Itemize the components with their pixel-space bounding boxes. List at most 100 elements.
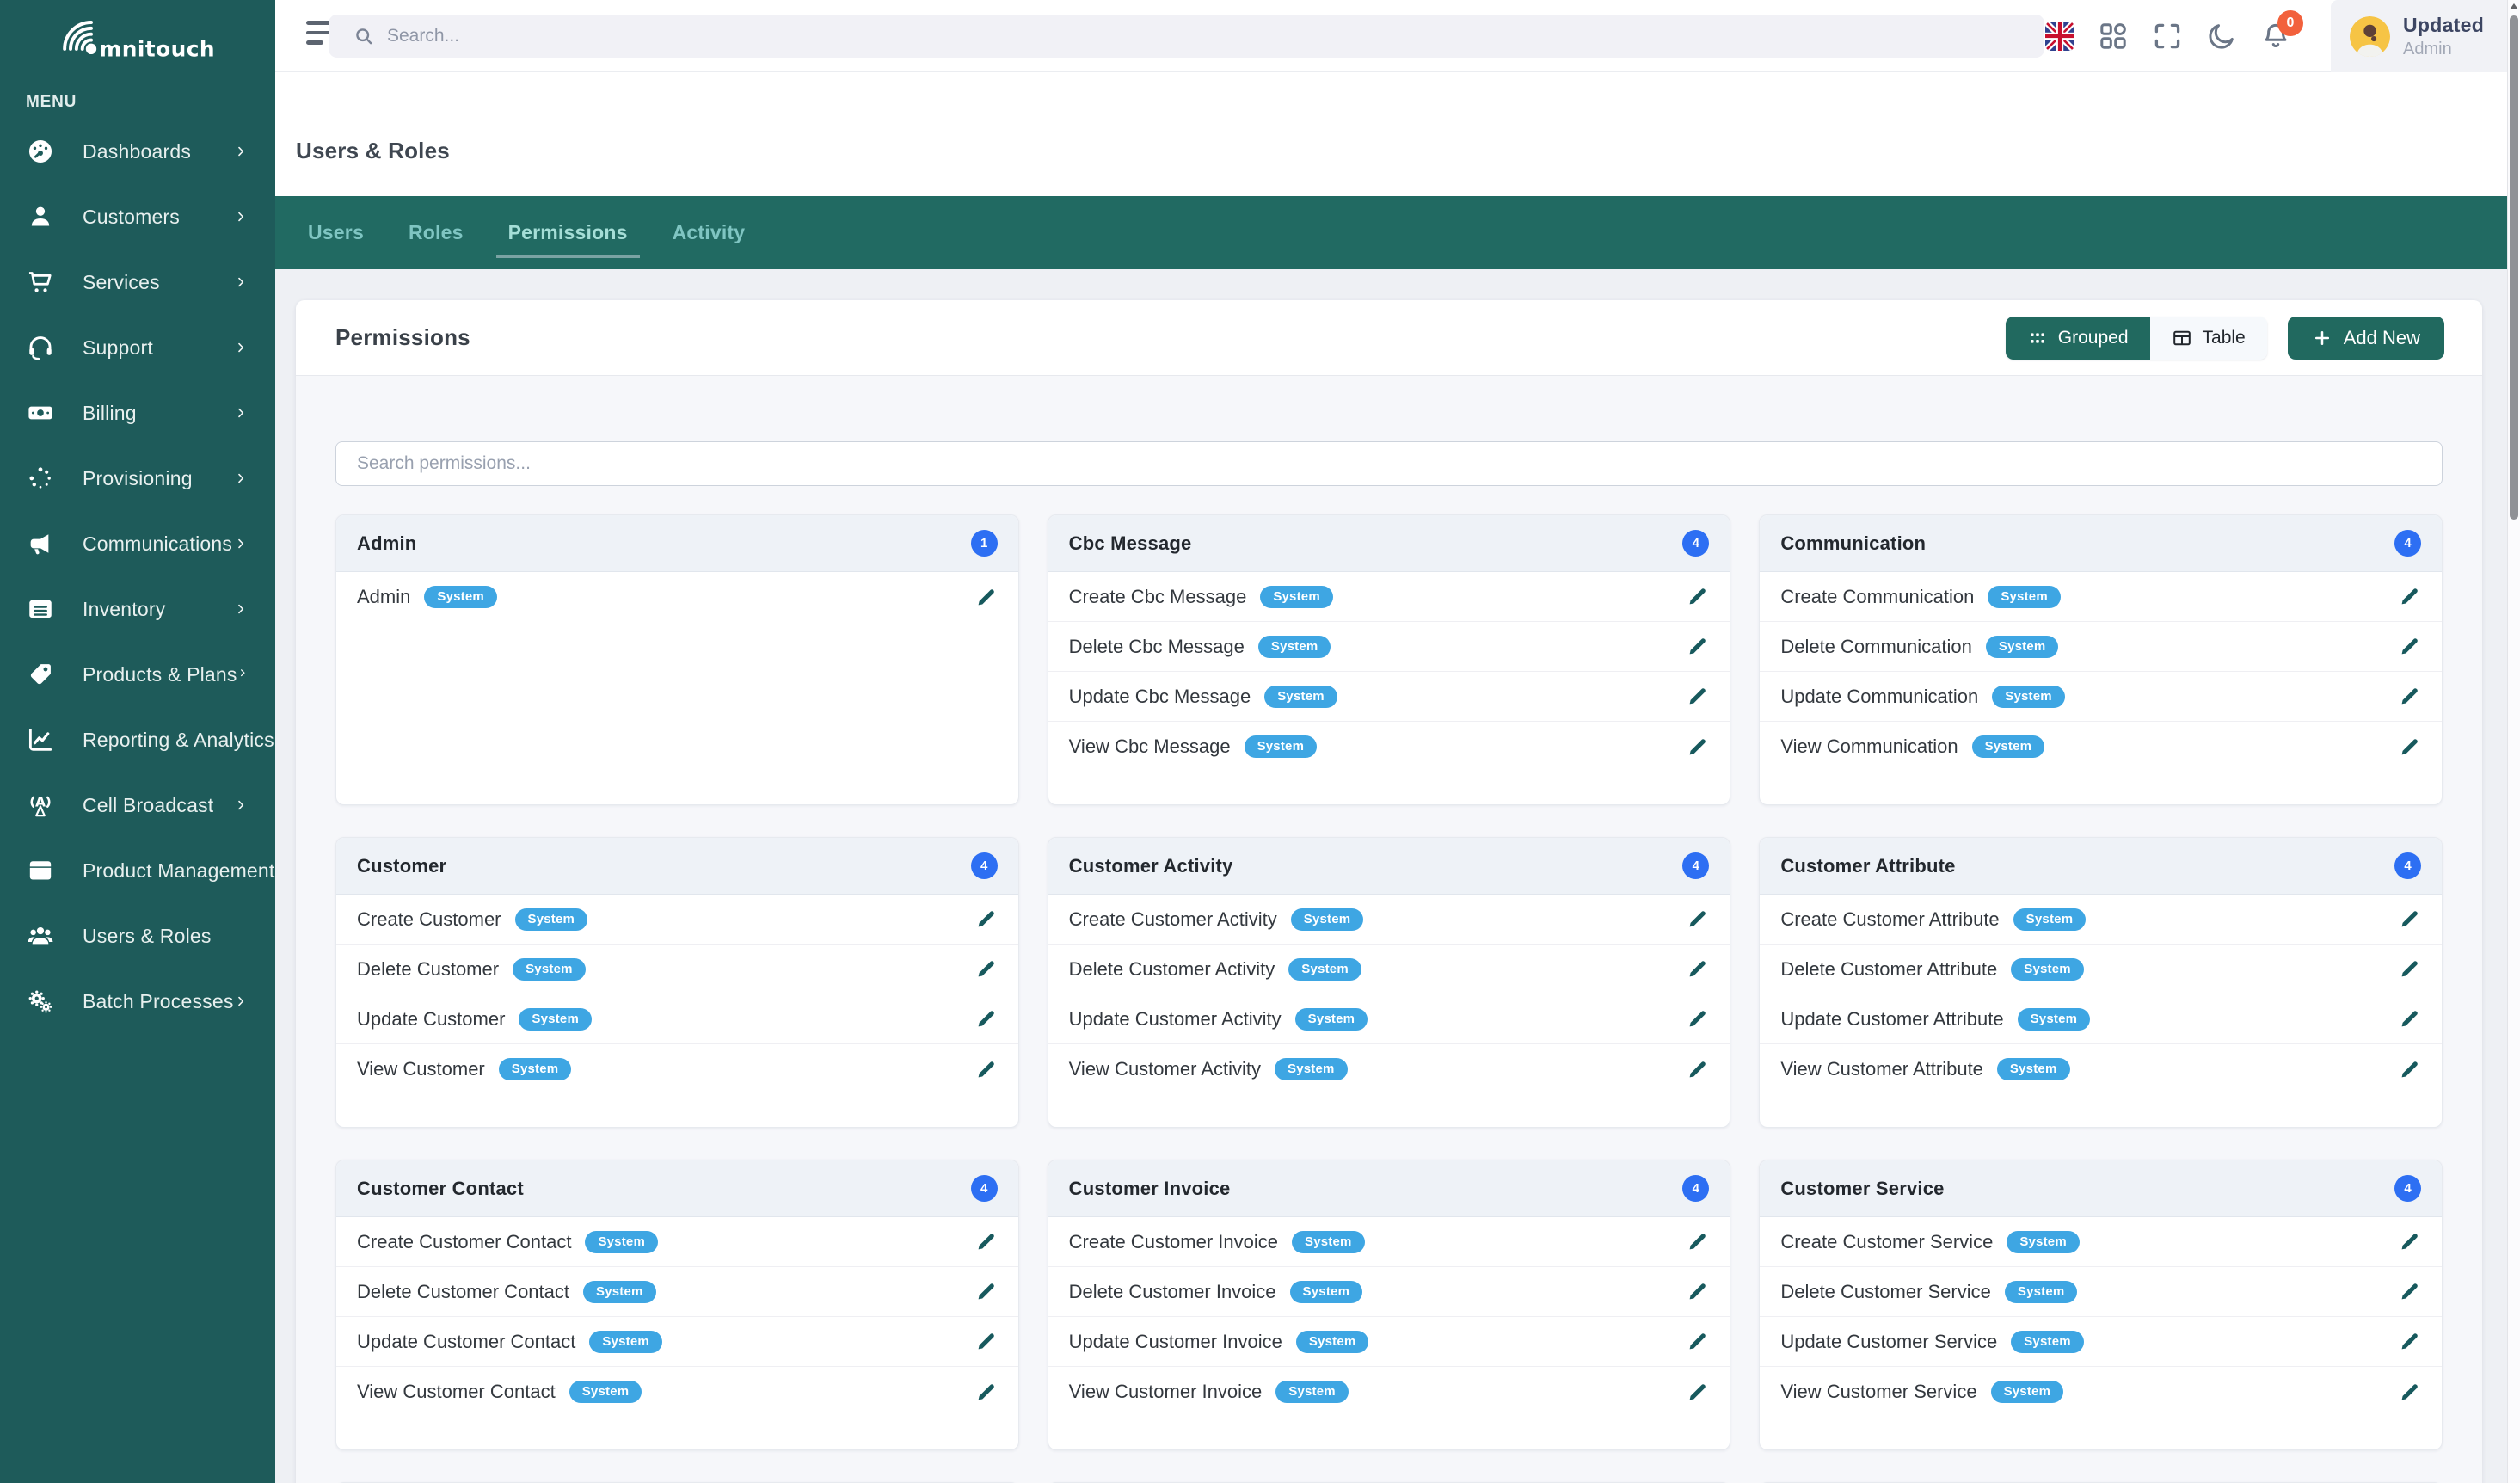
permission-name: Create Communication [1780, 586, 1974, 608]
permission-row: View Customer AttributeSystem [1760, 1044, 2442, 1094]
edit-pencil-icon[interactable] [1686, 585, 1709, 608]
edit-pencil-icon[interactable] [974, 1230, 998, 1253]
user-menu[interactable]: Updated Admin [2331, 0, 2507, 72]
sidebar-item-reporting-analytics[interactable]: Reporting & Analytics [0, 707, 275, 772]
brand-logo[interactable]: mnitouch [0, 0, 275, 76]
page-scrollbar[interactable] [2507, 0, 2520, 1483]
sidebar-menu: DashboardsCustomersServices Support Billin… [0, 119, 275, 1034]
table-view-button[interactable]: Table [2150, 317, 2267, 360]
notification-count-badge: 0 [2277, 10, 2303, 36]
system-badge: System [1991, 1381, 2064, 1403]
edit-pencil-icon[interactable] [974, 1280, 998, 1303]
scrollbar-up-arrow[interactable] [2510, 3, 2518, 9]
sidebar-item-support[interactable]: Support [0, 315, 275, 380]
add-new-button[interactable]: Add New [2288, 317, 2444, 360]
permission-name: Create Customer [357, 908, 501, 931]
sidebar-item-product-management[interactable]: Product Management [0, 838, 275, 903]
system-badge: System [499, 1058, 572, 1080]
permission-groups-grid: Admin1AdminSystemCbc Message4Create Cbc … [335, 514, 2443, 1483]
sidebar-item-dashboards[interactable]: Dashboards [0, 119, 275, 184]
tab-permissions[interactable]: Permissions [496, 221, 640, 258]
group-card-header: Cbc Message4 [1048, 515, 1730, 572]
system-badge: System [1972, 735, 2045, 758]
search-input[interactable] [387, 26, 2027, 46]
apps-grid-icon[interactable] [2098, 21, 2129, 52]
permission-name: Update Customer Activity [1069, 1008, 1282, 1031]
search-icon [353, 25, 375, 47]
permission-rows: Create Customer AttributeSystemDelete Cu… [1760, 895, 2442, 1127]
sidebar: mnitouch MENU DashboardsCustomersService… [0, 0, 275, 1483]
edit-pencil-icon[interactable] [2398, 1058, 2421, 1081]
edit-pencil-icon[interactable] [2398, 1381, 2421, 1404]
sidebar-item-products-plans[interactable]: Products & Plans [0, 642, 275, 707]
fullscreen-icon[interactable] [2152, 21, 2183, 52]
edit-pencil-icon[interactable] [974, 1330, 998, 1353]
edit-pencil-icon[interactable] [1686, 1007, 1709, 1031]
edit-pencil-icon[interactable] [974, 1381, 998, 1404]
edit-pencil-icon[interactable] [1686, 685, 1709, 708]
edit-pencil-icon[interactable] [974, 1007, 998, 1031]
scrollbar-thumb[interactable] [2510, 15, 2518, 520]
group-title: Customer Invoice [1069, 1178, 1231, 1200]
permission-name: Delete Customer Contact [357, 1281, 569, 1303]
edit-pencil-icon[interactable] [1686, 1230, 1709, 1253]
tab-roles[interactable]: Roles [396, 221, 476, 258]
main-content: Permissions Grouped Table [275, 269, 2520, 1483]
system-badge: System [1997, 1058, 2070, 1080]
language-flag-icon[interactable] [2045, 22, 2074, 51]
group-title: Admin [357, 532, 416, 555]
permission-name: Delete Customer Attribute [1780, 958, 1997, 981]
panel-toolbar: Permissions Grouped Table [296, 300, 2482, 376]
edit-pencil-icon[interactable] [1686, 1280, 1709, 1303]
edit-pencil-icon[interactable] [2398, 908, 2421, 931]
system-badge: System [1992, 686, 2065, 708]
permission-name: View Communication [1780, 735, 1958, 758]
edit-pencil-icon[interactable] [2398, 735, 2421, 759]
permissions-search-input[interactable] [335, 441, 2443, 486]
edit-pencil-icon[interactable] [1686, 908, 1709, 931]
edit-pencil-icon[interactable] [1686, 635, 1709, 658]
permission-row: Update Customer ServiceSystem [1760, 1317, 2442, 1367]
gears-icon [26, 987, 55, 1016]
edit-pencil-icon[interactable] [2398, 957, 2421, 981]
edit-pencil-icon[interactable] [974, 586, 998, 609]
permission-rows: Create Customer ActivitySystemDelete Cus… [1048, 895, 1730, 1127]
sidebar-item-inventory[interactable]: Inventory [0, 576, 275, 642]
sidebar-item-label: Support [83, 336, 234, 360]
sidebar-item-label: Reporting & Analytics [83, 729, 274, 752]
permission-row: Delete CommunicationSystem [1760, 622, 2442, 672]
edit-pencil-icon[interactable] [974, 908, 998, 931]
sidebar-item-users-roles[interactable]: Users & Roles [0, 903, 275, 969]
group-count-badge: 4 [971, 1175, 998, 1202]
edit-pencil-icon[interactable] [1686, 957, 1709, 981]
sidebar-item-batch-processes[interactable]: Batch Processes [0, 969, 275, 1034]
sidebar-item-provisioning[interactable]: Provisioning [0, 446, 275, 511]
tab-users[interactable]: Users [296, 221, 376, 258]
sidebar-item-label: Users & Roles [83, 925, 248, 948]
edit-pencil-icon[interactable] [1686, 1381, 1709, 1404]
edit-pencil-icon[interactable] [2398, 1007, 2421, 1031]
permission-row: View Customer ServiceSystem [1760, 1367, 2442, 1417]
edit-pencil-icon[interactable] [2398, 1280, 2421, 1303]
edit-pencil-icon[interactable] [1686, 735, 1709, 759]
dark-mode-moon-icon[interactable] [2206, 21, 2237, 52]
sidebar-item-billing[interactable]: Billing [0, 380, 275, 446]
grouped-view-button[interactable]: Grouped [2006, 317, 2150, 360]
sidebar-item-customers[interactable]: Customers [0, 184, 275, 249]
edit-pencil-icon[interactable] [1686, 1330, 1709, 1353]
edit-pencil-icon[interactable] [974, 1058, 998, 1081]
edit-pencil-icon[interactable] [2398, 1230, 2421, 1253]
edit-pencil-icon[interactable] [2398, 1330, 2421, 1353]
edit-pencil-icon[interactable] [974, 957, 998, 981]
edit-pencil-icon[interactable] [2398, 635, 2421, 658]
edit-pencil-icon[interactable] [1686, 1058, 1709, 1081]
sidebar-item-cell-broadcast[interactable]: ACell Broadcast [0, 772, 275, 838]
edit-pencil-icon[interactable] [2398, 685, 2421, 708]
tab-activity[interactable]: Activity [661, 221, 758, 258]
notifications-bell-icon[interactable]: 0 [2260, 21, 2291, 52]
permission-row: Update Customer ContactSystem [336, 1317, 1018, 1367]
chevron-right-icon [234, 406, 248, 420]
edit-pencil-icon[interactable] [2398, 585, 2421, 608]
sidebar-item-services[interactable]: Services [0, 249, 275, 315]
sidebar-item-communications[interactable]: Communications [0, 511, 275, 576]
